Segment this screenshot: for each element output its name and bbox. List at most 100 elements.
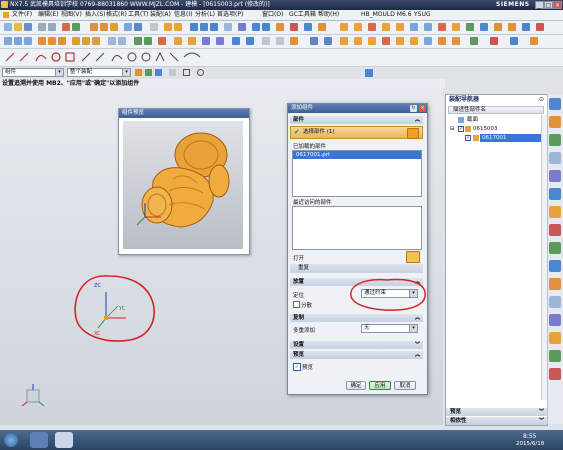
extrude-icon[interactable] xyxy=(90,23,98,31)
flag-icon[interactable] xyxy=(490,37,498,45)
boss-icon[interactable] xyxy=(424,37,432,45)
trim-body-icon[interactable] xyxy=(108,37,116,45)
layer-icon[interactable] xyxy=(150,23,158,31)
undo-icon[interactable] xyxy=(38,23,46,31)
gate-icon[interactable] xyxy=(466,23,474,31)
tree-item-component[interactable]: ✓ 0617001 xyxy=(462,134,544,142)
snap-icon[interactable] xyxy=(135,69,142,76)
history-tab-icon[interactable] xyxy=(549,206,561,218)
electrode-tab-icon[interactable] xyxy=(549,350,561,362)
revolve-icon[interactable] xyxy=(100,23,108,31)
section-preview[interactable]: 预览 ︽ xyxy=(290,351,423,359)
layout-icon[interactable] xyxy=(382,23,390,31)
cone-icon[interactable] xyxy=(58,37,66,45)
menu-tools[interactable]: 工具(T) xyxy=(128,11,148,19)
pin-icon[interactable]: ⊙ xyxy=(539,96,544,103)
multi-add-select[interactable]: 无 ▾ xyxy=(361,324,418,333)
menu-gc-toolbox[interactable]: GC工具箱 xyxy=(289,11,316,19)
open-folder-icon[interactable] xyxy=(406,251,420,263)
scatter-checkbox[interactable] xyxy=(293,301,300,308)
menu-preferences[interactable]: 首选项(P) xyxy=(217,11,243,19)
split-body-icon[interactable] xyxy=(118,37,126,45)
intersect-icon[interactable] xyxy=(92,37,100,45)
workpiece-icon[interactable] xyxy=(368,23,376,31)
tool-tab-icon[interactable] xyxy=(549,368,561,380)
move-face-icon[interactable] xyxy=(144,37,152,45)
sew-icon[interactable] xyxy=(310,37,318,45)
sketch-icon[interactable] xyxy=(124,23,132,31)
groove-icon[interactable] xyxy=(382,37,390,45)
measure-icon[interactable] xyxy=(232,37,240,45)
save-icon[interactable] xyxy=(24,23,32,31)
mold-wizard-tab-icon[interactable] xyxy=(549,332,561,344)
mirror-icon[interactable] xyxy=(216,37,224,45)
menu-assembly[interactable]: 装配(A) xyxy=(150,11,171,19)
reuse-library-tab-icon[interactable] xyxy=(549,152,561,164)
repeat-row[interactable]: 重复 xyxy=(290,264,423,273)
menu-hb-mould[interactable]: HB_MOULD M6.6 xyxy=(361,11,412,19)
slider-icon[interactable] xyxy=(452,23,460,31)
start-button[interactable] xyxy=(4,433,18,447)
minimize-button[interactable]: _ xyxy=(535,1,544,9)
menu-format[interactable]: 格式(R) xyxy=(106,11,127,19)
shell-icon[interactable] xyxy=(174,37,182,45)
system-materials-tab-icon[interactable] xyxy=(549,224,561,236)
close-button[interactable]: × xyxy=(553,1,562,9)
fit-icon[interactable] xyxy=(252,23,260,31)
ok-button[interactable]: 确定 xyxy=(346,381,366,390)
tree-item-assembly[interactable]: ⊟ ✓ 0615003 xyxy=(450,125,544,133)
emboss-icon[interactable] xyxy=(452,37,460,45)
pattern-icon[interactable] xyxy=(202,37,210,45)
assembly-navigator-tab-icon[interactable] xyxy=(549,98,561,110)
cut-icon[interactable] xyxy=(62,23,70,31)
roles-tab-icon[interactable] xyxy=(549,278,561,290)
tag-icon[interactable] xyxy=(470,37,478,45)
view-right-icon[interactable] xyxy=(210,23,218,31)
collapse-icon[interactable]: ⊟ xyxy=(450,125,455,133)
component-select-icon[interactable] xyxy=(365,69,373,77)
type-filter-select[interactable]: 组件 ▾ xyxy=(2,68,64,77)
slot-icon[interactable] xyxy=(438,37,446,45)
part-navigator-tab-icon[interactable] xyxy=(549,134,561,146)
menu-info[interactable]: 信息(I) xyxy=(174,11,192,19)
show-icon[interactable] xyxy=(276,37,284,45)
pocket-icon[interactable] xyxy=(354,37,362,45)
menu-help[interactable]: 帮助(H) xyxy=(318,11,339,19)
scope-filter-select[interactable]: 整个装配 ▾ xyxy=(67,68,131,77)
section-part[interactable]: 部件 ︽ xyxy=(290,116,423,124)
circle-snap-icon[interactable] xyxy=(197,69,204,76)
taskbar-app-icon[interactable] xyxy=(30,432,48,448)
apply-button[interactable]: 应用 xyxy=(369,381,391,390)
wcs-icon[interactable] xyxy=(290,37,298,45)
process-studio-tab-icon[interactable] xyxy=(549,242,561,254)
check-icon[interactable]: ✓ xyxy=(465,135,471,141)
blend-icon[interactable] xyxy=(164,23,172,31)
web-browser-tab-icon[interactable] xyxy=(549,188,561,200)
component-icon[interactable] xyxy=(318,23,326,31)
render-icon[interactable] xyxy=(238,23,246,31)
menu-file[interactable]: 文件(F) xyxy=(12,11,32,19)
delete-face-icon[interactable] xyxy=(158,37,166,45)
hd3d-tools-tab-icon[interactable] xyxy=(549,170,561,182)
menu-view[interactable]: 视图(V) xyxy=(61,11,82,19)
menu-edit[interactable]: 编辑(E) xyxy=(38,11,58,19)
cylinder-icon[interactable] xyxy=(48,37,56,45)
line-icon[interactable] xyxy=(14,37,22,45)
part-select-icon[interactable] xyxy=(407,128,419,139)
recent-parts-list[interactable] xyxy=(292,206,422,250)
star-icon[interactable] xyxy=(530,37,538,45)
standard-part-icon[interactable] xyxy=(424,23,432,31)
constraint-navigator-tab-icon[interactable] xyxy=(549,116,561,128)
mold-icon[interactable] xyxy=(290,23,298,31)
drawing-icon[interactable] xyxy=(536,23,544,31)
redo-icon[interactable] xyxy=(48,23,56,31)
menu-analysis[interactable]: 分析(L) xyxy=(195,11,215,19)
constraint-icon[interactable] xyxy=(304,23,312,31)
new-icon[interactable] xyxy=(4,23,12,31)
hole-icon[interactable] xyxy=(110,23,118,31)
hide-icon[interactable] xyxy=(262,37,270,45)
patch-icon[interactable] xyxy=(324,37,332,45)
chamfer-icon[interactable] xyxy=(174,23,182,31)
mould-wizard-icon[interactable] xyxy=(340,23,348,31)
electrode-icon[interactable] xyxy=(508,23,516,31)
